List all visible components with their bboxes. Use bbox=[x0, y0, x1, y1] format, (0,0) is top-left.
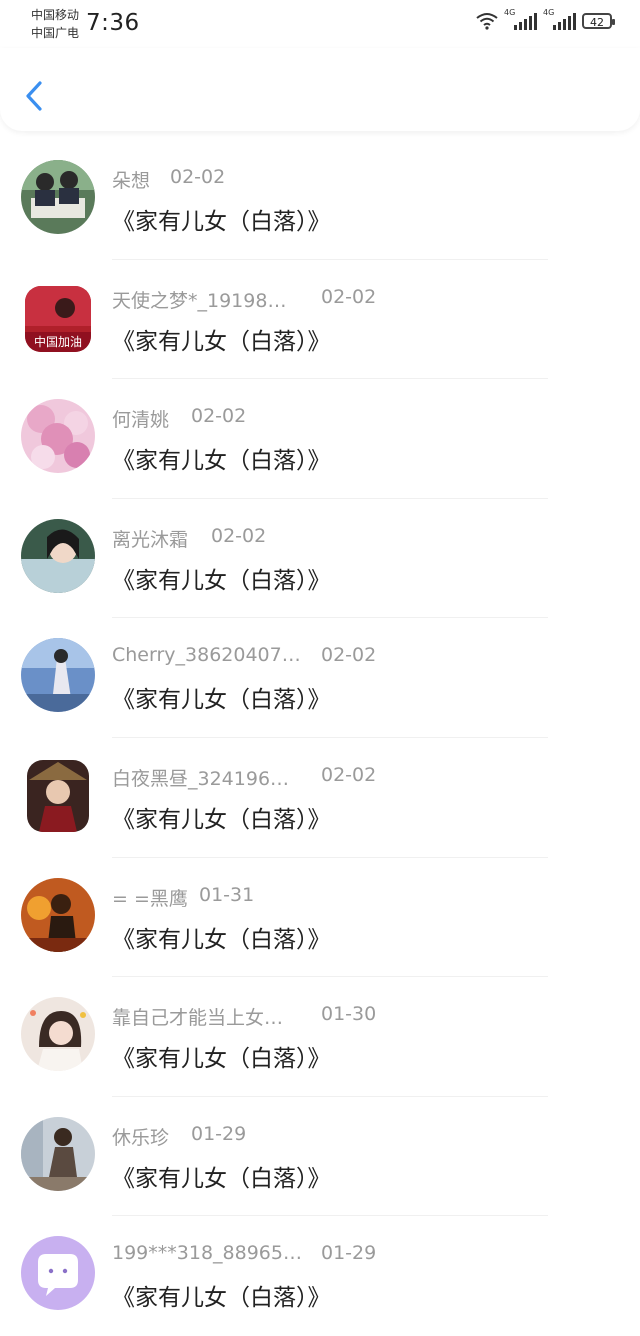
comment-text: 《家有儿女（白落）》 bbox=[112, 328, 331, 355]
list-item[interactable]: 靠自己才能当上女… 01-30 《家有儿女（白落）》 bbox=[0, 977, 640, 1097]
carrier-info: 中国移动 中国广电 bbox=[31, 6, 79, 42]
comment-text: 《家有儿女（白落）》 bbox=[112, 567, 331, 594]
avatar[interactable] bbox=[27, 759, 89, 832]
comment-meta: 离光沐霜 02-02 bbox=[112, 525, 266, 552]
list-item[interactable]: 白夜黑昼_324196… 02-02 《家有儿女（白落）》 bbox=[0, 738, 640, 858]
chevron-left-icon[interactable] bbox=[22, 78, 48, 114]
battery-icon: 42 bbox=[582, 13, 615, 29]
comment-date: 02-02 bbox=[321, 763, 377, 786]
system-icons: 4G 4G 42 bbox=[476, 8, 615, 30]
user-name[interactable]: 离光沐霜 bbox=[112, 525, 188, 552]
avatar[interactable] bbox=[21, 1236, 95, 1311]
user-name[interactable]: Cherry_38620407… bbox=[112, 644, 301, 666]
list-item[interactable]: Cherry_38620407… 02-02 《家有儿女（白落）》 bbox=[0, 618, 640, 738]
avatar[interactable] bbox=[21, 638, 95, 713]
avatar[interactable] bbox=[21, 997, 95, 1072]
list-item[interactable]: 朵想 02-02 《家有儿女（白落）》 bbox=[0, 140, 640, 260]
comment-text: 《家有儿女（白落）》 bbox=[112, 687, 331, 714]
list-item[interactable]: 何清姚 02-02 《家有儿女（白落）》 bbox=[0, 379, 640, 499]
comment-date: 02-02 bbox=[191, 405, 247, 428]
comment-meta: 何清姚 02-02 bbox=[112, 405, 246, 432]
carrier-1: 中国移动 bbox=[31, 8, 80, 22]
comment-date: 01-31 bbox=[199, 883, 255, 906]
carrier-2: 中国广电 bbox=[31, 26, 80, 40]
user-name[interactable]: 天使之梦*_19198… bbox=[112, 286, 286, 313]
comment-date: 01-29 bbox=[321, 1242, 377, 1265]
comment-meta: 朵想 02-02 bbox=[112, 166, 225, 193]
comment-date: 02-02 bbox=[321, 285, 377, 308]
user-name[interactable]: 何清姚 bbox=[112, 405, 169, 432]
comment-text: 《家有儿女（白落）》 bbox=[112, 806, 331, 833]
comment-date: 02-02 bbox=[211, 524, 267, 547]
comment-meta: 白夜黑昼_324196… 02-02 bbox=[112, 764, 376, 791]
comment-text: 《家有儿女（白落）》 bbox=[112, 448, 331, 475]
comment-meta: Cherry_38620407… 02-02 bbox=[112, 644, 376, 666]
avatar[interactable] bbox=[21, 1116, 95, 1191]
comment-date: 02-02 bbox=[321, 644, 377, 667]
avatar[interactable] bbox=[21, 160, 95, 234]
comment-text: 《家有儿女（白落）》 bbox=[112, 1165, 331, 1192]
network-type-1: 4G bbox=[504, 8, 516, 17]
avatar[interactable] bbox=[21, 877, 95, 952]
signal-icon-1: 4G bbox=[504, 8, 537, 30]
comment-text: 《家有儿女（白落）》 bbox=[112, 1046, 331, 1073]
user-name[interactable]: 朵想 bbox=[112, 166, 150, 193]
list-item[interactable]: 休乐珍 01-29 《家有儿女（白落）》 bbox=[0, 1097, 640, 1217]
comment-meta: 靠自己才能当上女… 01-30 bbox=[112, 1003, 376, 1030]
avatar[interactable]: 中国加油 bbox=[25, 285, 91, 352]
network-type-2: 4G bbox=[543, 8, 555, 17]
svg-text:中国加油: 中国加油 bbox=[34, 334, 82, 349]
signal-icon-2: 4G bbox=[543, 8, 576, 30]
user-name[interactable]: 白夜黑昼_324196… bbox=[112, 764, 289, 791]
comment-date: 02-02 bbox=[170, 166, 226, 188]
user-name[interactable]: 靠自己才能当上女… bbox=[112, 1003, 283, 1030]
avatar[interactable] bbox=[21, 518, 95, 593]
comment-text: 《家有儿女（白落）》 bbox=[112, 926, 331, 953]
comment-list: 朵想 02-02 《家有儿女（白落）》 中国加油 天使之梦*_19198… 02… bbox=[0, 140, 640, 1336]
comment-meta: = =黑鹰 01-31 bbox=[112, 884, 254, 911]
clock: 7:36 bbox=[86, 10, 140, 36]
top-nav-bar bbox=[0, 48, 640, 131]
battery-level: 42 bbox=[590, 16, 604, 29]
user-name[interactable]: 休乐珍 bbox=[112, 1123, 169, 1150]
comment-date: 01-30 bbox=[321, 1003, 377, 1026]
list-item[interactable]: 199***318_88965… 01-29 《家有儿女（白落）》 bbox=[0, 1216, 640, 1336]
comment-date: 01-29 bbox=[191, 1122, 247, 1145]
list-item[interactable]: 中国加油 天使之梦*_19198… 02-02 《家有儿女（白落）》 bbox=[0, 260, 640, 380]
list-item[interactable]: 离光沐霜 02-02 《家有儿女（白落）》 bbox=[0, 499, 640, 619]
wifi-icon bbox=[476, 13, 498, 30]
list-item[interactable]: = =黑鹰 01-31 《家有儿女（白落）》 bbox=[0, 858, 640, 978]
user-name[interactable]: = =黑鹰 bbox=[112, 884, 188, 911]
comment-meta: 天使之梦*_19198… 02-02 bbox=[112, 286, 376, 313]
user-name[interactable]: 199***318_88965… bbox=[112, 1242, 302, 1264]
status-bar: 中国移动 中国广电 7:36 4G 4G 42 bbox=[0, 0, 640, 48]
comment-meta: 199***318_88965… 01-29 bbox=[112, 1242, 376, 1264]
avatar[interactable] bbox=[21, 399, 95, 474]
comment-text: 《家有儿女（白落）》 bbox=[112, 1285, 331, 1312]
comment-meta: 休乐珍 01-29 bbox=[112, 1123, 246, 1150]
comment-text: 《家有儿女（白落）》 bbox=[112, 209, 331, 235]
